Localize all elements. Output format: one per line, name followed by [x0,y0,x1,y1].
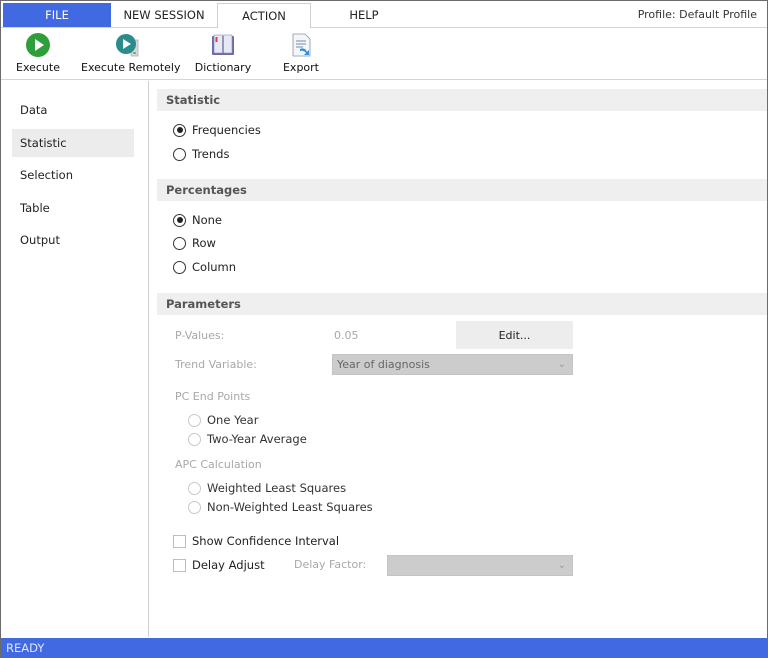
app-window: FILE NEW SESSION ACTION HELP Profile: De… [0,0,768,658]
radio-trends[interactable]: Trends [173,145,229,163]
radio-label: One Year [207,413,259,427]
trend-variable-select[interactable]: Year of diagnosis ⌄ [332,354,573,375]
section-parameters-heading: Parameters [157,293,767,315]
tab-help[interactable]: HELP [317,3,411,27]
checkbox-label: Delay Adjust [192,558,265,572]
trend-variable-label: Trend Variable: [175,358,257,371]
radio-label: Non-Weighted Least Squares [207,500,373,514]
apc-calculation-label: APC Calculation [175,458,262,471]
p-values-label: P-Values: [175,329,225,342]
radio-weighted-least-squares[interactable]: Weighted Least Squares [188,479,346,497]
export-button[interactable]: Export [279,32,323,74]
statistic-panel: Statistic Frequencies Trends Percentages… [150,81,767,637]
dictionary-label: Dictionary [194,61,252,74]
dictionary-button[interactable]: Dictionary [193,32,253,74]
radio-button[interactable] [173,147,186,161]
delay-factor-select[interactable]: ⌄ [387,555,573,576]
radio-button[interactable] [188,481,201,495]
book-icon [212,34,234,55]
play-circle-icon [26,33,50,57]
radio-label: Row [192,236,216,250]
p-values-value: 0.05 [334,329,359,342]
radio-label: Column [192,260,237,274]
sidebar-item-selection[interactable]: Selection [12,161,134,189]
export-label: Export [282,61,319,74]
radio-column[interactable]: Column [173,258,236,276]
execute-button[interactable]: Execute [13,32,63,74]
trend-variable-value: Year of diagnosis [337,358,430,371]
radio-button[interactable] [173,213,186,227]
section-statistic-heading: Statistic [157,89,767,111]
radio-button[interactable] [188,413,201,427]
show-confidence-interval-checkbox[interactable]: Show Confidence Interval [173,532,339,550]
radio-frequencies[interactable]: Frequencies [173,121,261,139]
delay-adjust-checkbox[interactable]: Delay Adjust [173,556,265,574]
sidebar-item-statistic[interactable]: Statistic [12,129,134,157]
checkbox-label: Show Confidence Interval [192,534,340,548]
radio-button[interactable] [188,500,201,514]
radio-none[interactable]: None [173,211,222,229]
status-text: READY [6,641,45,655]
radio-non-weighted-least-squares[interactable]: Non-Weighted Least Squares [188,498,373,516]
tab-file[interactable]: FILE [3,3,111,27]
chevron-down-icon: ⌄ [557,359,566,370]
execute-remotely-label: Execute Remotely [81,61,181,74]
radio-one-year[interactable]: One Year [188,411,258,429]
radio-two-year-average[interactable]: Two-Year Average [188,430,307,448]
radio-button[interactable] [173,236,186,250]
checkbox[interactable] [173,534,186,548]
toolbar: Execute Execute Remotely Dictionary Expo… [1,28,767,80]
edit-p-values-button[interactable]: Edit... [456,321,573,349]
radio-row[interactable]: Row [173,234,216,252]
radio-label: None [192,213,223,227]
radio-label: Frequencies [192,123,261,137]
tab-new-session[interactable]: NEW SESSION [111,3,217,27]
radio-button[interactable] [188,432,201,446]
pc-end-points-label: PC End Points [175,390,251,403]
execute-remotely-button[interactable]: Execute Remotely [81,32,181,74]
sidebar-item-data[interactable]: Data [12,96,134,124]
sidebar-item-table[interactable]: Table [12,194,134,222]
radio-button[interactable] [173,260,186,274]
radio-label: Two-Year Average [207,432,307,446]
delay-factor-label: Delay Factor: [294,558,367,571]
radio-button[interactable] [173,123,186,137]
status-bar: READY [1,638,767,658]
tab-action[interactable]: ACTION [217,3,311,28]
remote-play-icon [116,34,139,57]
export-document-icon [292,33,311,57]
checkbox[interactable] [173,558,186,572]
menu-bar: FILE NEW SESSION ACTION HELP Profile: De… [1,1,767,28]
execute-label: Execute [16,61,60,74]
section-percentages-heading: Percentages [157,179,767,201]
sidebar-item-output[interactable]: Output [12,226,134,254]
chevron-down-icon: ⌄ [557,560,566,571]
sidebar: Data Statistic Selection Table Output [1,81,149,637]
radio-label: Weighted Least Squares [207,481,347,495]
profile-label: Profile: Default Profile [637,8,757,21]
radio-label: Trends [192,147,230,161]
